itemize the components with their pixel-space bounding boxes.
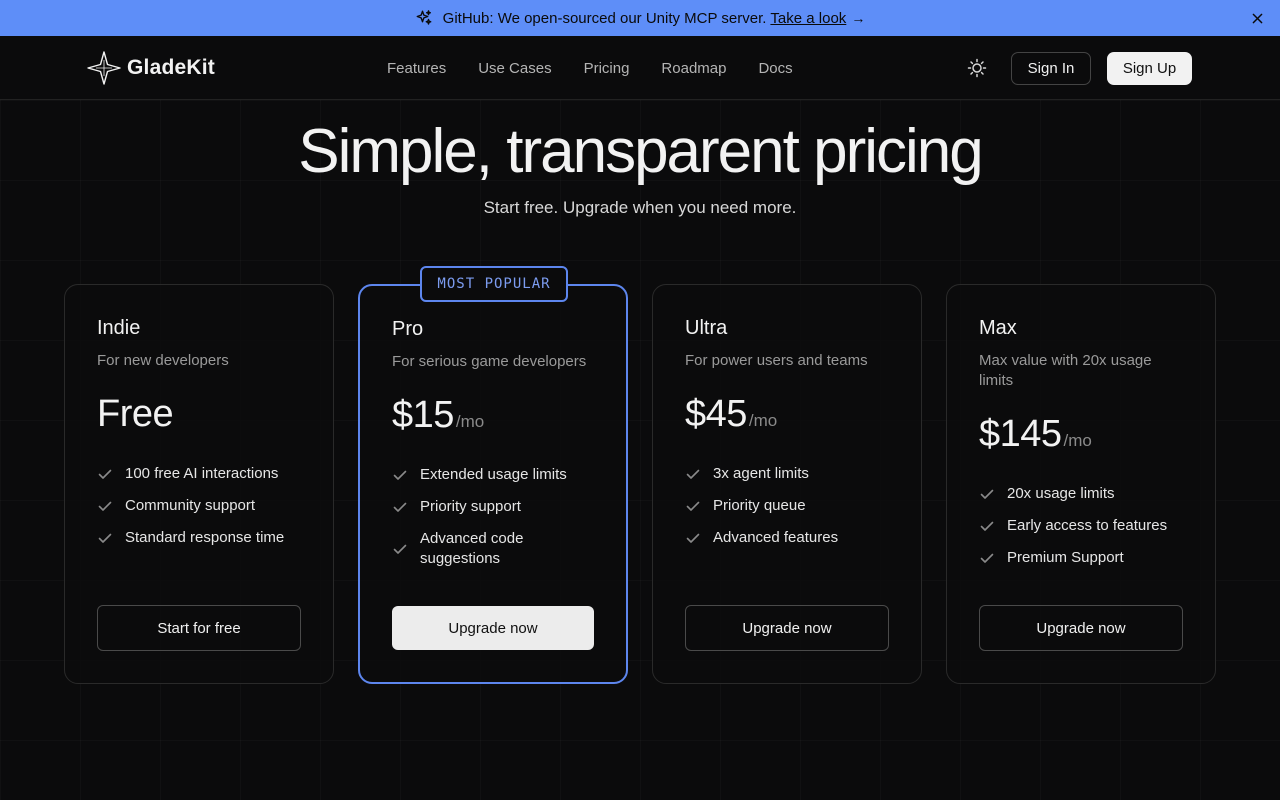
upgrade-now-button[interactable]: Upgrade now <box>685 605 889 651</box>
feature-item: Premium Support <box>979 548 1183 568</box>
price-row: $145 /mo <box>979 413 1183 456</box>
page-subtitle: Start free. Upgrade when you need more. <box>483 198 797 217</box>
feature-label: Advanced code suggestions <box>420 530 524 567</box>
feature-list: 3x agent limits Priority queue Advanced … <box>685 464 889 548</box>
plan-card-ultra: Ultra For power users and teams $45 /mo … <box>652 284 922 684</box>
feature-list: 100 free AI interactions Community suppo… <box>97 464 301 548</box>
plan-name: Indie <box>97 317 141 339</box>
feature-item: Standard response time <box>97 528 301 548</box>
price-period: /mo <box>455 412 485 431</box>
feature-item: Early access to features <box>979 516 1183 536</box>
price-period: /mo <box>1063 431 1092 450</box>
nav-link-use-cases[interactable]: Use Cases <box>478 60 551 77</box>
price-row: Free <box>97 393 301 436</box>
feature-list: 20x usage limits Early access to feature… <box>979 484 1183 568</box>
check-icon <box>980 489 994 499</box>
nav-link-docs[interactable]: Docs <box>758 60 792 77</box>
brand-logo[interactable]: GladeKit <box>87 51 215 85</box>
feature-item: Priority support <box>392 497 594 517</box>
plan-name: Pro <box>392 318 424 340</box>
banner-link[interactable]: Take a look <box>770 10 846 27</box>
feature-label: Premium Support <box>1007 549 1124 566</box>
top-navigation: GladeKit Features Use Cases Pricing Road… <box>0 36 1280 100</box>
feature-list: Extended usage limits Priority support A… <box>392 465 594 569</box>
plan-price: $145 <box>979 413 1062 455</box>
feature-label: 20x usage limits <box>1007 485 1115 502</box>
logo-icon <box>87 51 121 85</box>
feature-item: Advanced code suggestions <box>392 529 594 569</box>
nav-links: Features Use Cases Pricing Roadmap Docs <box>387 36 825 100</box>
plan-name: Ultra <box>685 317 728 339</box>
upgrade-now-button[interactable]: Upgrade now <box>392 606 594 650</box>
check-icon <box>686 469 700 479</box>
feature-item: Extended usage limits <box>392 465 594 485</box>
feature-label: Advanced features <box>713 529 839 546</box>
upgrade-now-button[interactable]: Upgrade now <box>979 605 1183 651</box>
feature-label: Standard response time <box>125 529 285 546</box>
feature-label: 3x agent limits <box>713 465 809 482</box>
sign-up-button[interactable]: Sign Up <box>1107 52 1192 85</box>
plan-card-indie: Indie For new developers Free 100 free A… <box>64 284 334 684</box>
check-icon <box>393 544 407 554</box>
sun-icon[interactable] <box>966 57 988 79</box>
nav-link-roadmap[interactable]: Roadmap <box>661 60 726 77</box>
plan-price: $15 <box>392 394 454 436</box>
feature-label: Extended usage limits <box>420 466 567 483</box>
plan-price: Free <box>97 393 174 435</box>
feature-item: Advanced features <box>685 528 889 548</box>
plan-description: For serious game developers <box>392 353 587 370</box>
feature-label: 100 free AI interactions <box>125 465 279 482</box>
feature-label: Priority queue <box>713 497 806 514</box>
check-icon <box>686 533 700 543</box>
price-row: $45 /mo <box>685 393 889 436</box>
start-for-free-button[interactable]: Start for free <box>97 605 301 651</box>
feature-item: 20x usage limits <box>979 484 1183 504</box>
check-icon <box>980 521 994 531</box>
feature-label: Priority support <box>420 498 521 515</box>
close-icon[interactable] <box>1248 9 1266 27</box>
feature-item: 100 free AI interactions <box>97 464 301 484</box>
sparkles-icon <box>415 9 433 27</box>
plan-price: $45 <box>685 393 747 435</box>
check-icon <box>686 501 700 511</box>
price-row: $15 /mo <box>392 394 594 437</box>
plan-card-max: Max Max value with 20x usage limits $145… <box>946 284 1216 684</box>
check-icon <box>98 533 112 543</box>
plan-name: Max <box>979 317 1017 339</box>
feature-item: Community support <box>97 496 301 516</box>
plan-description: Max value with 20x usage limits <box>979 352 1152 389</box>
feature-item: 3x agent limits <box>685 464 889 484</box>
page-title: Simple, transparent pricing <box>298 117 983 186</box>
most-popular-badge: MOST POPULAR <box>420 266 568 302</box>
feature-label: Community support <box>125 497 256 514</box>
feature-label: Early access to features <box>1007 517 1168 534</box>
nav-link-features[interactable]: Features <box>387 60 446 77</box>
check-icon <box>980 553 994 563</box>
banner-text: GitHub: We open-sourced our Unity MCP se… <box>442 9 767 27</box>
price-period: /mo <box>748 411 778 430</box>
nav-link-pricing[interactable]: Pricing <box>584 60 630 77</box>
check-icon <box>98 469 112 479</box>
arrow-right-icon[interactable]: → <box>851 10 865 26</box>
announcement-banner: GitHub: We open-sourced our Unity MCP se… <box>0 0 1280 36</box>
brand-name: GladeKit <box>127 56 215 79</box>
plan-description: For new developers <box>97 352 229 369</box>
plan-description: For power users and teams <box>685 352 868 369</box>
plan-card-pro: MOST POPULAR Pro For serious game develo… <box>358 266 628 684</box>
check-icon <box>98 501 112 511</box>
check-icon <box>393 470 407 480</box>
feature-item: Priority queue <box>685 496 889 516</box>
check-icon <box>393 502 407 512</box>
sign-in-button[interactable]: Sign In <box>1011 52 1091 85</box>
